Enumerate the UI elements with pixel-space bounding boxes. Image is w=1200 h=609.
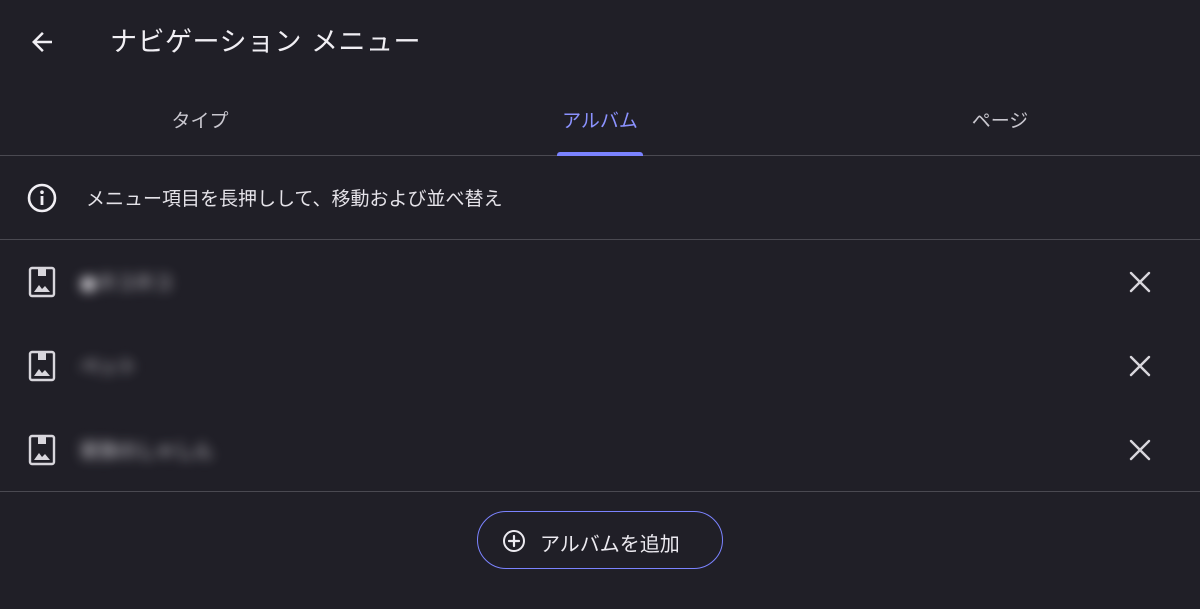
arrow-back-icon xyxy=(32,32,52,52)
back-button[interactable] xyxy=(22,24,62,60)
list-item[interactable]: 家族のしゃしん xyxy=(0,408,1200,492)
app-bar: ナビゲーション メニュー xyxy=(0,0,1200,86)
close-icon xyxy=(1129,439,1151,461)
info-icon xyxy=(27,183,57,213)
tab-page[interactable]: ページ xyxy=(800,86,1200,155)
add-album-button[interactable]: アルバムを追加 xyxy=(477,511,723,569)
tab-label: タイプ xyxy=(171,110,229,132)
add-circle-icon xyxy=(503,530,525,552)
album-name: ペット xyxy=(80,356,138,378)
info-text: メニュー項目を長押しして、移動および並べ替え xyxy=(86,188,503,210)
tab-label: ページ xyxy=(971,110,1029,132)
list-item[interactable]: ペット xyxy=(0,324,1200,408)
page-title: ナビゲーション メニュー xyxy=(110,27,422,58)
album-list: ●ネコネコ ペット 家族のしゃしん xyxy=(0,240,1200,492)
album-icon xyxy=(28,434,56,466)
tab-album[interactable]: アルバム xyxy=(400,86,800,156)
album-icon xyxy=(28,350,56,382)
album-name: ●ネコネコ xyxy=(80,272,172,294)
tab-type[interactable]: タイプ xyxy=(0,86,400,155)
remove-album-button[interactable] xyxy=(1122,264,1158,300)
tab-label: アルバム xyxy=(562,110,638,132)
close-icon xyxy=(1129,355,1151,377)
add-album-label: アルバムを追加 xyxy=(540,532,680,556)
album-icon xyxy=(28,266,56,298)
remove-album-button[interactable] xyxy=(1122,432,1158,468)
close-icon xyxy=(1129,271,1151,293)
album-name: 家族のしゃしん xyxy=(80,440,214,462)
tab-bar: タイプ アルバム ページ xyxy=(0,86,1200,156)
info-banner: メニュー項目を長押しして、移動および並べ替え xyxy=(0,156,1200,240)
list-item[interactable]: ●ネコネコ xyxy=(0,240,1200,324)
remove-album-button[interactable] xyxy=(1122,348,1158,384)
